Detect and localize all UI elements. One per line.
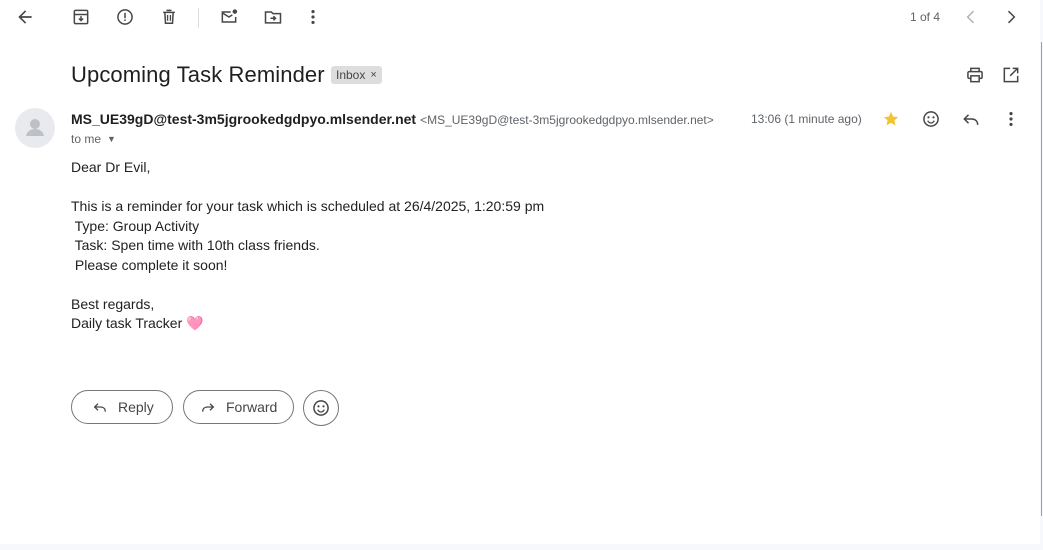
archive-button[interactable] [65, 1, 97, 33]
mark-unread-icon [221, 9, 238, 23]
reply-icon [963, 114, 979, 125]
forward-label: Forward [226, 399, 278, 415]
body-line [71, 275, 771, 295]
recipient-details-toggle[interactable]: to me ▼ [71, 132, 116, 146]
email-body: Dear Dr Evil, This is a reminder for you… [71, 158, 771, 334]
message-more-button[interactable] [995, 103, 1027, 135]
body-line: This is a reminder for your task which i… [71, 198, 545, 214]
body-line: Task: Spen time with 10th class friends. [71, 237, 320, 253]
emoji-icon [923, 111, 939, 127]
inbox-label-chip[interactable]: Inbox × [331, 66, 382, 84]
reply-icon [93, 403, 106, 412]
body-line: Type: Group Activity [71, 217, 200, 234]
forward-button[interactable]: Forward [183, 390, 294, 424]
open-new-window-button[interactable] [995, 59, 1027, 91]
print-button[interactable] [959, 59, 991, 91]
archive-icon [73, 9, 89, 25]
email-view: 1 of 4 Upcoming Task Reminder Inbox × MS… [0, 0, 1040, 544]
email-subject: Upcoming Task Reminder [71, 62, 325, 87]
print-icon [967, 67, 983, 83]
emoji-icon [313, 400, 329, 416]
toolbar-divider [198, 8, 199, 28]
sender-email: <MS_UE39gD@test-3m5jgrookedgdpyo.mlsende… [420, 113, 714, 127]
chevron-right-icon [1007, 10, 1016, 24]
body-line [71, 178, 771, 198]
reply-icon-button[interactable] [955, 103, 987, 135]
sender-avatar[interactable] [15, 108, 55, 148]
back-button[interactable] [9, 1, 41, 33]
label-text: Inbox [336, 68, 366, 82]
sender-line: MS_UE39gD@test-3m5jgrookedgdpyo.mlsender… [71, 111, 714, 129]
open-in-new-icon [1003, 67, 1019, 83]
body-line: Daily task Tracker 🩷 [71, 315, 204, 331]
body-line: Please complete it soon! [71, 256, 228, 273]
star-button[interactable] [875, 103, 907, 135]
report-spam-button[interactable] [109, 1, 141, 33]
reply-label: Reply [118, 399, 154, 415]
body-line: Best regards, [71, 295, 155, 312]
body-line: Dear Dr Evil, [71, 159, 151, 175]
recipient-text: to me [71, 132, 102, 146]
person-icon [26, 119, 44, 136]
move-to-folder-icon [264, 11, 282, 24]
caret-down-icon: ▼ [107, 134, 116, 144]
delete-button[interactable] [153, 1, 185, 33]
trash-icon [163, 9, 175, 24]
forward-icon [202, 403, 215, 412]
sender-name[interactable]: MS_UE39gD@test-3m5jgrookedgdpyo.mlsender… [71, 111, 416, 127]
remove-label-button[interactable]: × [370, 69, 376, 81]
more-vert-icon [1009, 112, 1013, 126]
newer-button[interactable] [955, 1, 987, 33]
chevron-left-icon [966, 10, 975, 24]
report-icon [117, 9, 133, 25]
older-button[interactable] [995, 1, 1027, 33]
scrollbar[interactable] [1041, 42, 1042, 516]
arrow-back-icon [18, 10, 32, 24]
more-options-button[interactable] [297, 1, 329, 33]
move-to-button[interactable] [257, 1, 289, 33]
email-timestamp: 13:06 (1 minute ago) [751, 112, 862, 126]
pagination-count: 1 of 4 [909, 10, 940, 24]
more-vert-icon [311, 10, 315, 24]
emoji-react-button[interactable] [303, 390, 339, 426]
add-reaction-button[interactable] [915, 103, 947, 135]
star-icon [883, 111, 899, 126]
reply-button[interactable]: Reply [71, 390, 173, 424]
mark-unread-button[interactable] [213, 1, 245, 33]
